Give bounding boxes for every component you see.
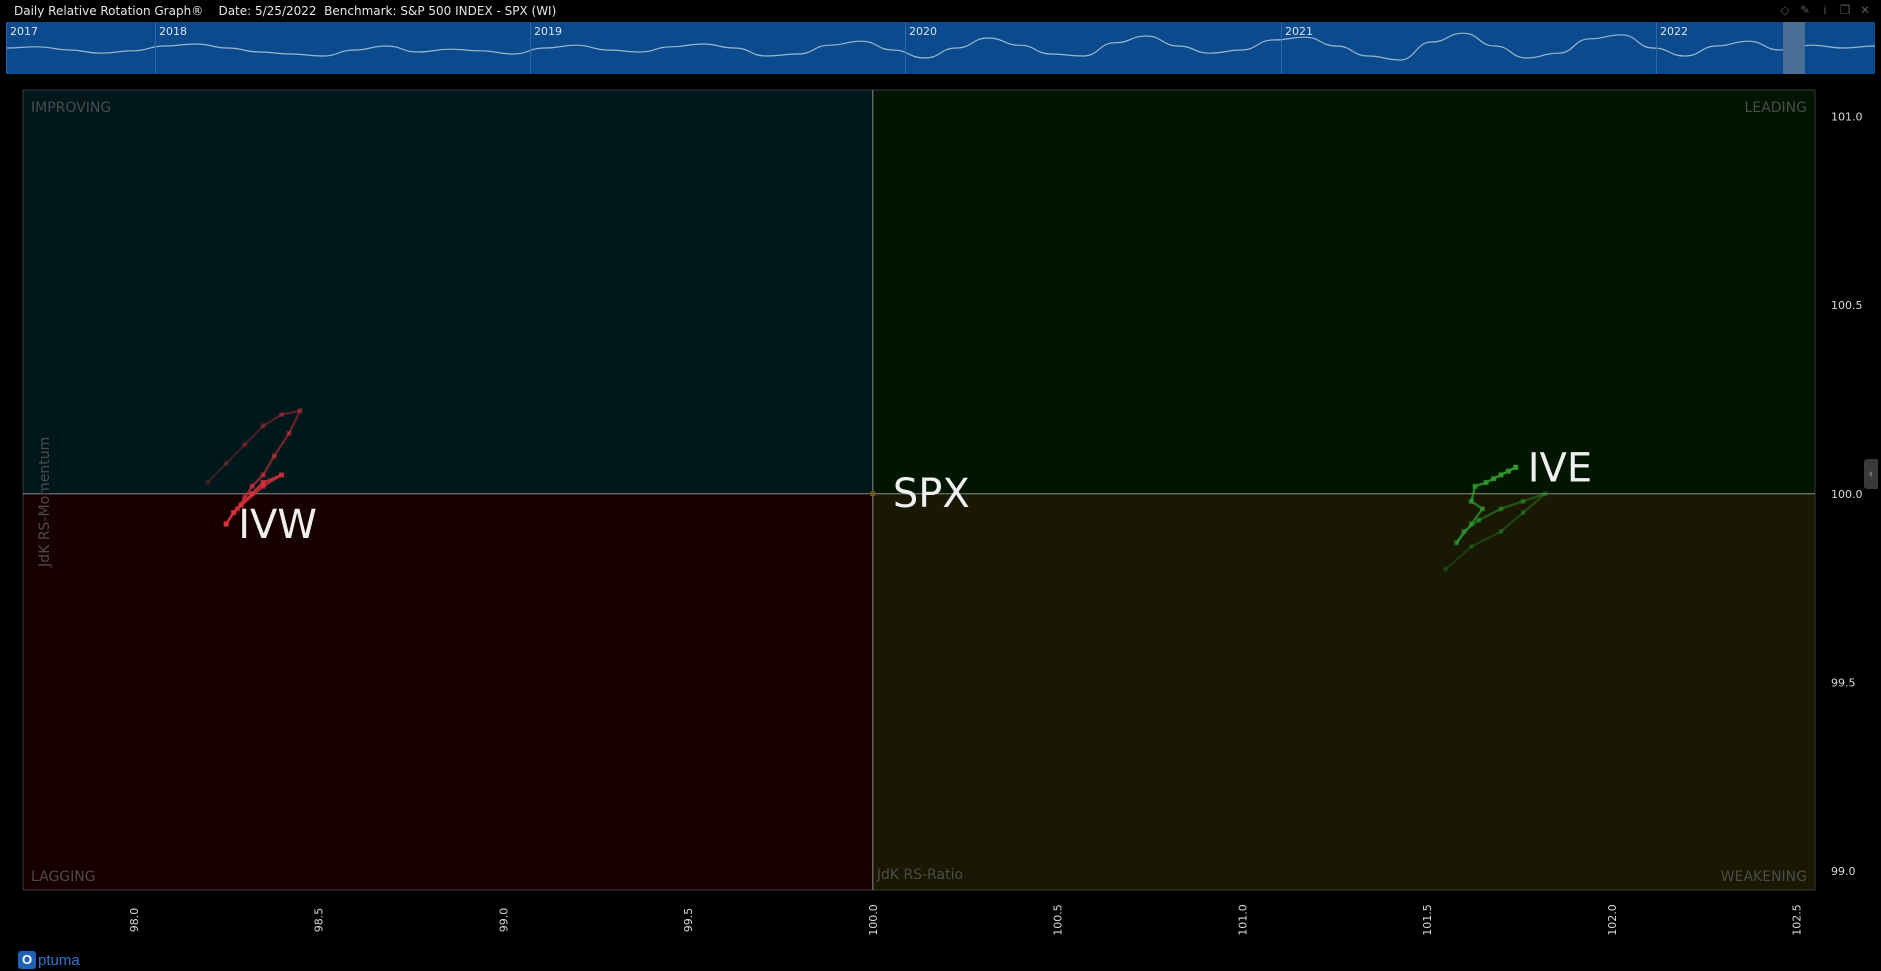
x-tick-label: 102.5 xyxy=(1791,904,1804,936)
ivw-tail-point xyxy=(260,472,266,478)
ivw-tail-point xyxy=(260,479,266,485)
x-tick-label: 99.0 xyxy=(497,908,510,933)
optuma-logo: O ptuma xyxy=(18,950,80,970)
ive-tail-point xyxy=(1483,479,1489,485)
timeline-window-handle[interactable] xyxy=(1783,22,1805,74)
restore-icon[interactable]: ❐ xyxy=(1838,3,1852,17)
ivw-tail-point xyxy=(279,472,285,478)
ivw-tail-point xyxy=(223,461,229,467)
ive-tail-point xyxy=(1468,521,1474,527)
x-tick-label: 100.5 xyxy=(1052,904,1065,936)
improving-label: IMPROVING xyxy=(31,100,111,116)
pin-icon[interactable]: ✎ xyxy=(1798,3,1812,17)
ivw-tail-point xyxy=(242,442,248,448)
ive-tail-point xyxy=(1520,510,1526,516)
leading-quadrant xyxy=(872,90,1815,494)
optuma-logo-mark: O xyxy=(18,951,36,969)
timeline-wave-line xyxy=(6,32,1875,61)
ive-tail-point xyxy=(1461,529,1467,535)
spx-benchmark-point xyxy=(869,490,876,497)
ive-tail-point xyxy=(1542,491,1548,497)
lagging-quadrant xyxy=(23,493,873,890)
ive-tail-point xyxy=(1498,506,1504,512)
x-tick-label: 102.0 xyxy=(1606,904,1619,936)
ivw-tail-point xyxy=(205,479,211,485)
ivw-tail-point xyxy=(286,430,292,436)
year-label: 2017 xyxy=(10,25,38,38)
close-icon[interactable]: ✕ xyxy=(1858,3,1872,17)
weakening-label: WEAKENING xyxy=(1721,869,1807,885)
y-tick-label: 100.0 xyxy=(1831,488,1863,501)
leading-label: LEADING xyxy=(1745,100,1807,116)
x-tick-label: 99.5 xyxy=(682,908,695,933)
year-tick xyxy=(1281,22,1282,74)
ive-tail-point xyxy=(1479,506,1485,512)
y-axis-label: JdK RS-Momentum xyxy=(37,437,53,568)
ive-tail-point xyxy=(1520,498,1526,504)
rrg-svg: IMPROVING LEADING LAGGING WEAKENING JdK RS-R… xyxy=(22,89,1863,936)
spx-label: SPX xyxy=(893,471,970,517)
ive-label: IVE xyxy=(1528,445,1592,491)
y-tick-label: 99.5 xyxy=(1831,676,1856,689)
ivw-label: IVW xyxy=(238,502,317,548)
ive-tail-point xyxy=(1472,483,1478,489)
x-tick-label: 101.0 xyxy=(1236,904,1249,936)
year-tick xyxy=(1656,22,1657,74)
x-tick-label: 100.0 xyxy=(867,904,880,936)
ive-tail-point xyxy=(1454,540,1460,546)
year-tick xyxy=(155,22,156,74)
ivw-tail-point xyxy=(271,453,277,459)
ive-tail-point xyxy=(1513,464,1519,470)
ivw-tail-point xyxy=(279,412,285,418)
improving-quadrant xyxy=(23,90,873,494)
year-tick xyxy=(530,22,531,74)
ive-tail-point xyxy=(1443,566,1449,572)
lagging-label: LAGGING xyxy=(31,869,96,885)
ivw-tail-point xyxy=(297,408,303,414)
window-title: Daily Relative Rotation Graph® Date: 5/2… xyxy=(14,4,557,18)
ivw-tail-point xyxy=(231,510,237,516)
year-label: 2022 xyxy=(1660,25,1688,38)
x-tick-label: 98.0 xyxy=(128,908,141,933)
ivw-tail-point xyxy=(242,495,248,501)
ive-tail-point xyxy=(1498,472,1504,478)
diamond-icon[interactable]: ◇ xyxy=(1778,3,1792,17)
year-label: 2021 xyxy=(1285,25,1313,38)
ive-tail-point xyxy=(1505,468,1511,474)
ivw-tail-point xyxy=(260,423,266,429)
title-bar: Daily Relative Rotation Graph® Date: 5/2… xyxy=(0,0,1881,22)
side-panel-toggle[interactable]: ‹ xyxy=(1864,459,1878,489)
ive-tail-point xyxy=(1476,517,1482,523)
y-tick-label: 101.0 xyxy=(1831,110,1863,123)
ivw-tail-point xyxy=(223,521,229,527)
info-icon[interactable]: i xyxy=(1818,3,1832,17)
x-tick-label: 101.5 xyxy=(1421,904,1434,936)
ive-tail-point xyxy=(1498,529,1504,535)
x-tick-label: 98.5 xyxy=(313,908,326,933)
year-label: 2020 xyxy=(909,25,937,38)
year-tick xyxy=(905,22,906,74)
optuma-logo-text: ptuma xyxy=(38,951,80,969)
ive-tail-point xyxy=(1491,476,1497,482)
year-label: 2018 xyxy=(159,25,187,38)
ivw-tail-point xyxy=(249,491,255,497)
ive-tail-point xyxy=(1468,498,1474,504)
x-axis-label: JdK RS-Ratio xyxy=(876,867,963,883)
year-tick xyxy=(6,22,7,74)
weakening-quadrant xyxy=(872,493,1815,890)
timeline-navigator[interactable]: 2017 2018 2019 2020 2021 2022 xyxy=(6,22,1875,74)
timeline-wave xyxy=(6,32,1875,61)
rrg-chart: IMPROVING LEADING LAGGING WEAKENING JdK RS-R… xyxy=(0,74,1881,952)
year-label: 2019 xyxy=(534,25,562,38)
ive-tail-point xyxy=(1468,544,1474,550)
y-tick-label: 100.5 xyxy=(1831,299,1863,312)
ivw-tail-point xyxy=(249,483,255,489)
y-tick-label: 99.0 xyxy=(1831,865,1856,878)
